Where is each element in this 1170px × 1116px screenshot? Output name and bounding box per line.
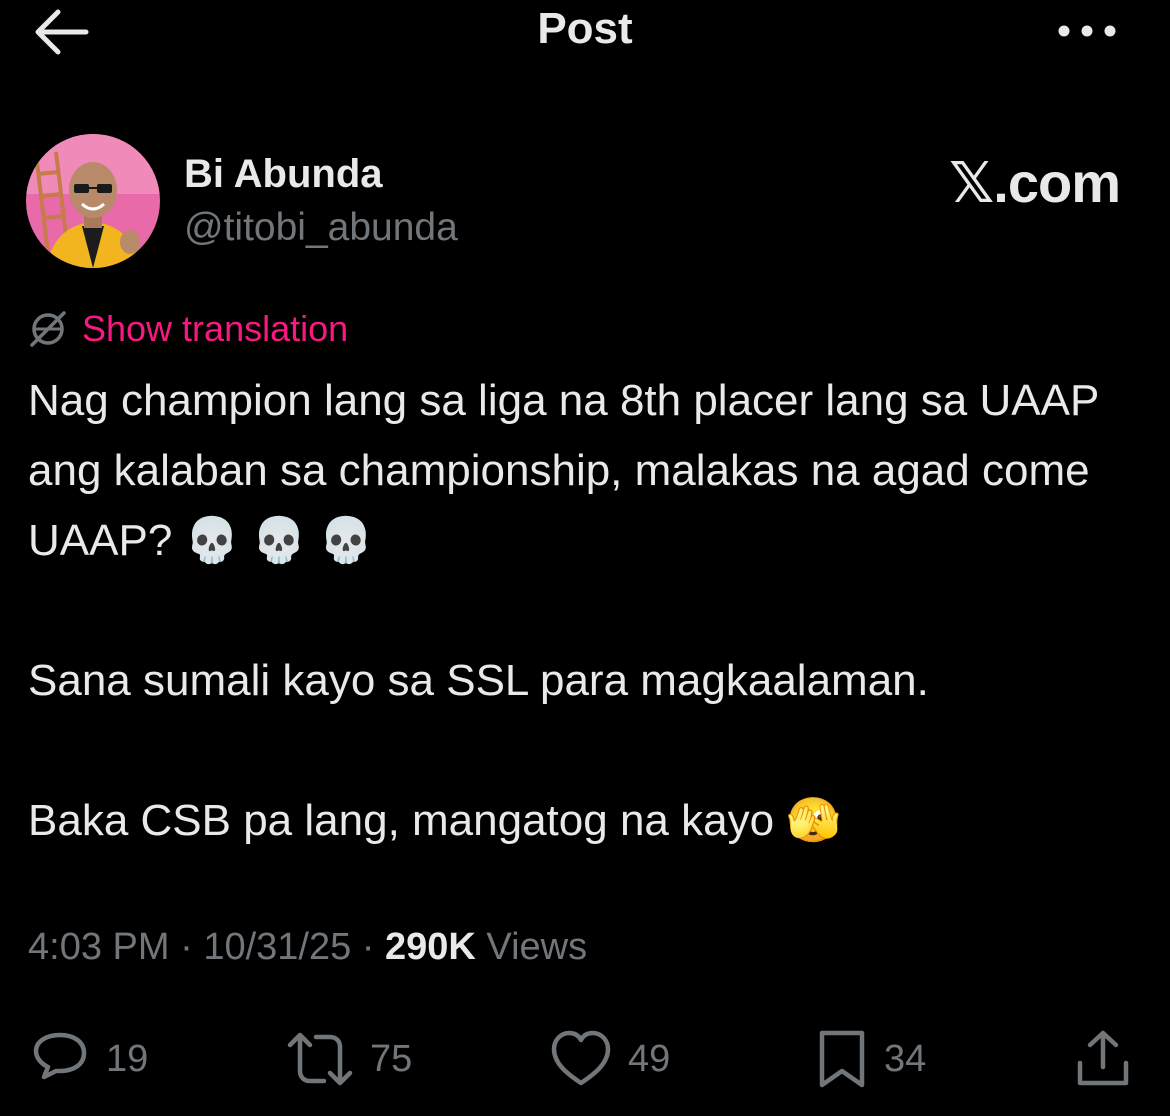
- views-label: Views: [486, 926, 588, 968]
- avatar[interactable]: [26, 134, 160, 268]
- post-paragraph: Baka CSB pa lang, mangatog na kayo 🫣: [28, 796, 842, 845]
- bookmark-count: 34: [884, 1037, 927, 1080]
- more-dots-icon: [1058, 25, 1116, 37]
- arrow-left-icon: [35, 9, 89, 55]
- reply-icon: [33, 1032, 87, 1080]
- action-bar: 19 75 49 34: [0, 1024, 1170, 1094]
- heart-icon: [551, 1030, 611, 1086]
- globe-slash-icon: [30, 311, 66, 347]
- reply-count: 19: [106, 1037, 149, 1080]
- author-display-name[interactable]: Bi Abunda: [184, 152, 383, 197]
- post-text: Nag champion lang sa liga na 8th placer …: [28, 366, 1148, 856]
- bookmark-icon: [819, 1030, 865, 1088]
- repost-icon: [287, 1032, 353, 1086]
- meta-separator: ·: [169, 926, 204, 968]
- reply-button[interactable]: 19: [28, 1024, 148, 1094]
- post-paragraph: Nag champion lang sa liga na 8th placer …: [28, 376, 1099, 565]
- avatar-image: [26, 134, 160, 268]
- watermark-suffix: .com: [993, 151, 1121, 214]
- share-icon: [1077, 1030, 1129, 1086]
- post-date[interactable]: 10/31/25: [203, 926, 351, 968]
- bookmark-button[interactable]: 34: [814, 1024, 926, 1094]
- post-meta: 4:03 PM · 10/31/25 · 290K Views: [28, 926, 587, 969]
- post-paragraph: Sana sumali kayo sa SSL para magkaalaman…: [28, 656, 929, 705]
- repost-count: 75: [370, 1037, 413, 1080]
- repost-button[interactable]: 75: [284, 1024, 412, 1094]
- x-logo-glyph: 𝕏: [949, 151, 994, 216]
- show-translation-button[interactable]: Show translation: [26, 306, 348, 352]
- meta-separator: ·: [351, 926, 386, 968]
- like-count: 49: [628, 1037, 671, 1080]
- show-translation-label: Show translation: [82, 308, 349, 349]
- top-bar: Post: [0, 0, 1170, 70]
- more-options-button[interactable]: [1052, 14, 1122, 48]
- x-com-watermark: 𝕏.com: [949, 150, 1121, 216]
- like-button[interactable]: 49: [548, 1024, 670, 1094]
- author-handle[interactable]: @titobi_abunda: [184, 206, 458, 250]
- post-time[interactable]: 4:03 PM: [28, 926, 170, 968]
- views-count: 290K: [385, 926, 476, 968]
- page-title: Post: [537, 4, 633, 53]
- share-button[interactable]: [1072, 1024, 1134, 1094]
- back-button[interactable]: [30, 6, 90, 58]
